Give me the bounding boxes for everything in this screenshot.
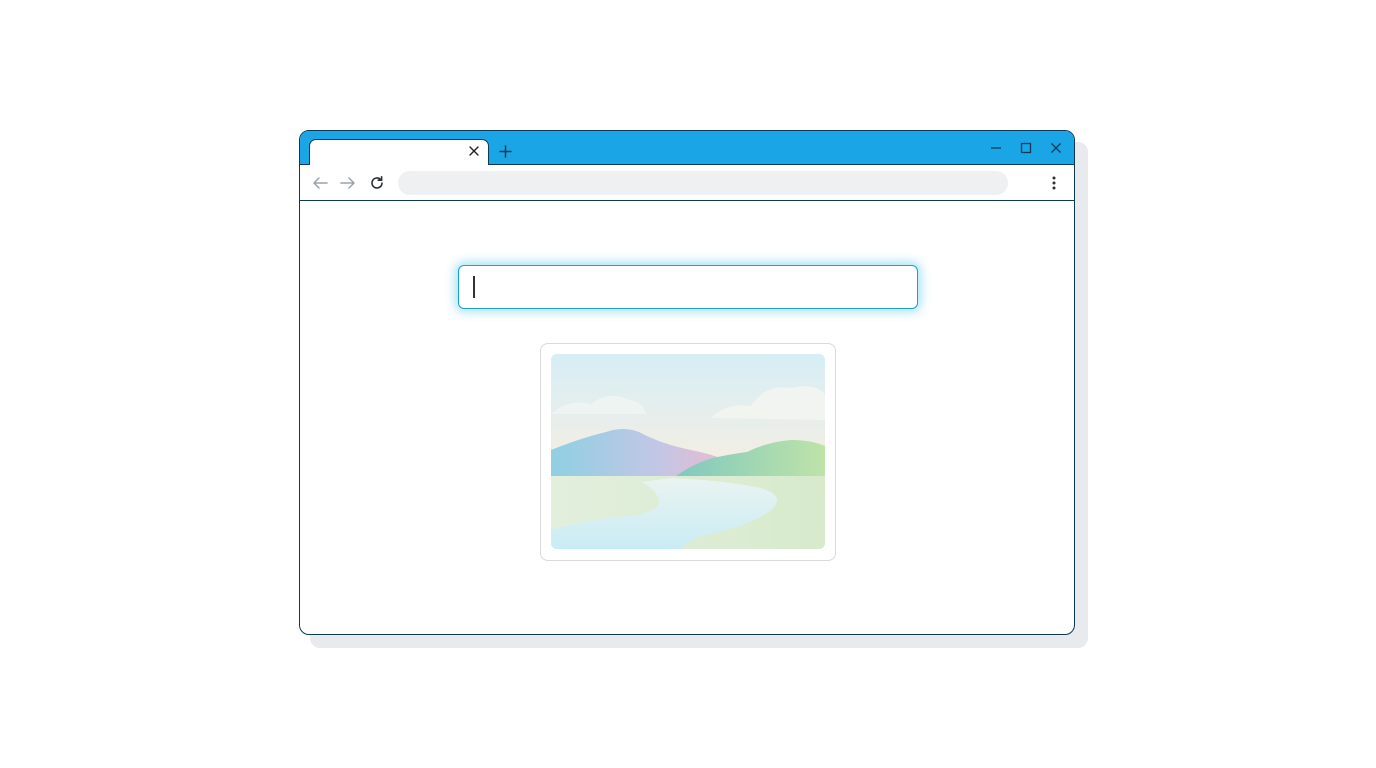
stage <box>0 0 1376 768</box>
plus-icon <box>498 144 512 158</box>
new-tab-button[interactable] <box>496 142 514 160</box>
kebab-menu-icon <box>1052 176 1056 190</box>
text-cursor <box>473 276 475 298</box>
search-input[interactable] <box>458 265 918 309</box>
window-controls <box>986 138 1066 158</box>
browser-window <box>299 130 1075 635</box>
back-button[interactable] <box>310 173 330 193</box>
arrow-right-icon <box>340 177 355 189</box>
close-icon <box>1051 143 1061 153</box>
arrow-left-icon <box>313 177 328 189</box>
reload-icon <box>371 176 383 189</box>
maximize-icon <box>1020 142 1032 154</box>
tab-close-button[interactable] <box>466 143 482 159</box>
minimize-button[interactable] <box>986 138 1006 158</box>
minimize-icon <box>991 147 1001 149</box>
image-card[interactable] <box>540 343 836 561</box>
title-bar <box>300 131 1074 166</box>
address-bar[interactable] <box>398 171 1008 195</box>
reload-button[interactable] <box>367 173 387 193</box>
maximize-button[interactable] <box>1016 138 1036 158</box>
window-close-button[interactable] <box>1046 138 1066 158</box>
toolbar <box>300 165 1074 201</box>
forward-button[interactable] <box>338 173 358 193</box>
close-icon <box>469 146 479 156</box>
tab-active[interactable] <box>309 139 489 166</box>
menu-button[interactable] <box>1044 173 1064 193</box>
landscape-image-icon <box>551 354 825 549</box>
